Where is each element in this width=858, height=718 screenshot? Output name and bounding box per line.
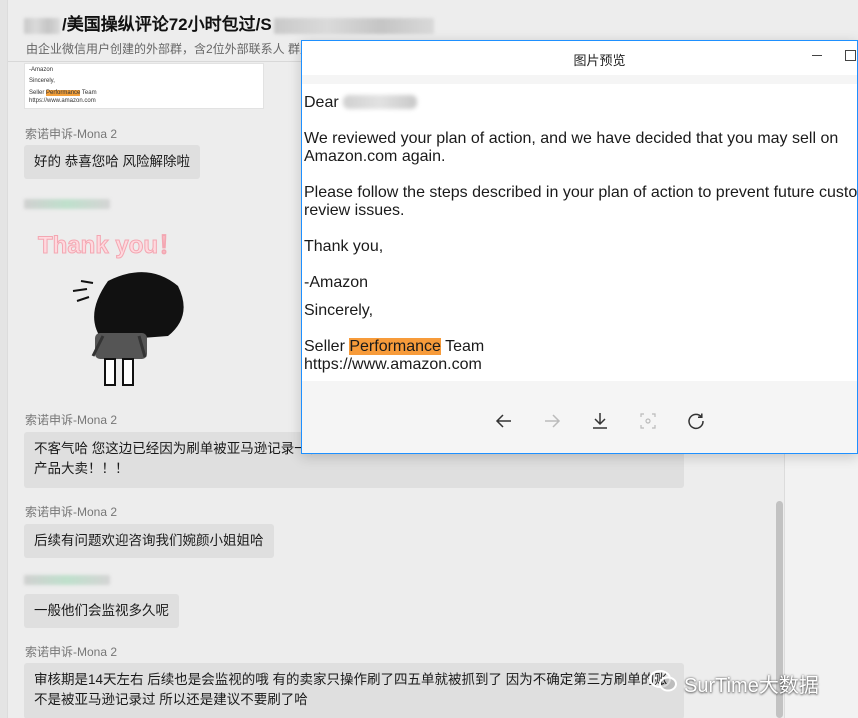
email-line: -Amazon: [304, 274, 369, 291]
sticker-text: Thank you！: [37, 232, 183, 260]
watermark: SurTime大数据: [648, 666, 848, 697]
message-sender: 索诺申诉-Mona 2: [25, 413, 118, 427]
preview-canvas[interactable]: Dear We reviewed your plan of action, an…: [302, 75, 857, 419]
message-bubble[interactable]: 一般他们会监视多久呢: [24, 594, 179, 628]
rotate-button[interactable]: [680, 405, 712, 437]
message-line: 不是被亚马逊记录过 所以还是建议不要刷了哈: [34, 692, 308, 707]
email-screenshot-image: Dear We reviewed your plan of action, an…: [302, 84, 857, 381]
message-line: 审核期是14天左右 后续也是会监视的哦 有的卖家只操作刷了四五单就被抓到了 因为…: [34, 672, 668, 687]
email-line: We reviewed your plan of action, and we …: [304, 130, 839, 147]
thumb-line: -Amazon: [29, 67, 54, 73]
email-line: Please follow the steps described in you…: [304, 184, 857, 201]
watermark-text: SurTime大数据: [684, 675, 819, 697]
email-thumbnail-image[interactable]: -Amazon Sincerely, Seller Performance Te…: [24, 63, 264, 109]
rotate-icon: [688, 413, 704, 430]
redacted-sender-blur: [24, 199, 110, 209]
message-bubble[interactable]: 好的 恭喜您哈 风险解除啦: [24, 145, 201, 179]
fit-screen-button[interactable]: [632, 405, 664, 437]
message-sender: 索诺申诉-Mona 2: [25, 127, 118, 141]
message-sender: 索诺申诉-Mona 2: [25, 505, 118, 519]
email-line: Thank you,: [304, 238, 384, 255]
preview-titlebar[interactable]: 图片预览: [302, 41, 857, 75]
left-strip: [0, 0, 8, 718]
maximize-button[interactable]: [840, 45, 858, 67]
download-button[interactable]: [584, 405, 616, 437]
email-greeting: Dear: [304, 94, 417, 112]
preview-window-title: 图片预览: [573, 53, 626, 68]
thank-you-sticker[interactable]: Thank you！: [28, 213, 208, 393]
email-text: Dear: [304, 94, 339, 111]
download-icon: [593, 413, 607, 429]
fit-screen-icon: [640, 413, 656, 429]
minimize-button[interactable]: [806, 45, 828, 67]
email-line: https://www.amazon.com: [304, 356, 482, 373]
email-line: Sincerely,: [304, 302, 374, 319]
thumb-line: https://www.amazon.com: [29, 98, 96, 104]
email-line: review issues.: [304, 202, 405, 219]
arrow-right-icon: [545, 414, 561, 428]
redacted-name-blur: [24, 17, 60, 34]
thumb-text: Team: [80, 90, 97, 96]
thumb-line: Seller Performance Team: [29, 89, 259, 97]
next-image-button[interactable]: [536, 405, 568, 437]
email-line: Amazon.com again.: [304, 148, 446, 165]
email-text: Seller: [304, 338, 350, 355]
email-text: Team: [440, 338, 485, 355]
thumb-highlight: Performance: [46, 90, 81, 96]
preview-toolbar: [302, 405, 857, 453]
group-title-text: /美国操纵评论72小时包过/S: [62, 15, 272, 34]
thumb-line: Sincerely,: [29, 78, 55, 84]
thumb-text: Seller: [29, 90, 47, 96]
group-title: /美国操纵评论72小时包过/S: [24, 10, 434, 35]
previous-image-button[interactable]: [488, 405, 520, 437]
sticker-character-icon: [72, 272, 184, 386]
message-bubble[interactable]: 后续有问题欢迎咨询我们婉颜小姐姐哈: [24, 524, 274, 558]
group-subtitle: 由企业微信用户创建的外部群，含2位外部联系人 群主: [26, 42, 313, 56]
message-sender: 索诺申诉-Mona 2: [25, 645, 118, 659]
wechat-logo-icon: [649, 670, 677, 692]
message-bubble[interactable]: 审核期是14天左右 后续也是会监视的哦 有的卖家只操作刷了四五单就被抓到了 因为…: [24, 663, 684, 718]
image-preview-window[interactable]: 图片预览 Dear We reviewed your plan of actio…: [301, 40, 858, 454]
email-signature: Seller Performance Team: [304, 338, 484, 356]
redacted-sender-blur: [24, 575, 110, 585]
arrow-left-icon: [495, 414, 511, 428]
message-line: 产品大卖！！！: [34, 461, 129, 476]
search-highlight: Performance: [349, 338, 441, 355]
redacted-name-blur: [273, 17, 434, 34]
redacted-recipient-blur: [342, 95, 417, 109]
